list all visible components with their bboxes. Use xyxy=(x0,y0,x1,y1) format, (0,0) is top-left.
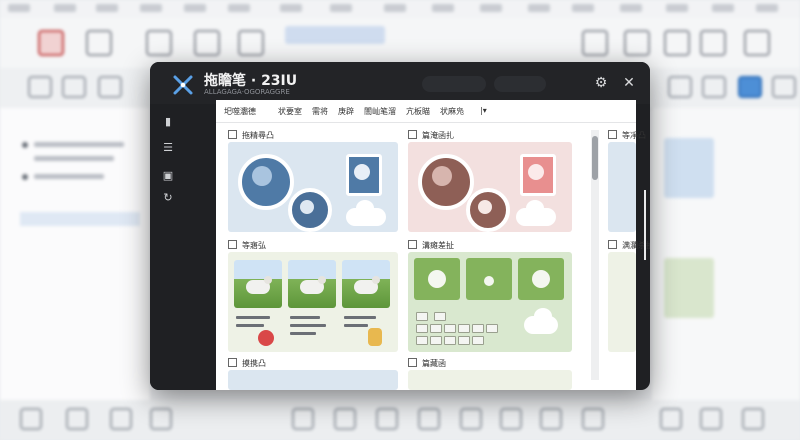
window-title: 拖瞻笔 · 23IU xyxy=(204,73,298,89)
background-bottom-strip xyxy=(0,400,800,440)
background-right-panel xyxy=(652,108,800,408)
checkbox-icon[interactable] xyxy=(228,130,237,139)
menu-item[interactable]: 需将 xyxy=(312,106,328,117)
asset-panel-blue[interactable] xyxy=(228,142,398,232)
close-icon[interactable]: ✕ xyxy=(618,72,640,94)
window-subtitle: ALLAGAGA·OGORAGGRE xyxy=(204,88,290,96)
asset-panel-green[interactable] xyxy=(408,252,572,352)
checkbox-icon[interactable] xyxy=(408,130,417,139)
document-icon[interactable]: ▮ xyxy=(160,114,176,130)
menu-dropdown[interactable]: |▾ xyxy=(480,106,487,115)
side-section-title[interactable]: 等凈凸 xyxy=(608,130,646,141)
menu-item[interactable]: 状麻凫 xyxy=(440,106,464,117)
checkbox-icon[interactable] xyxy=(408,240,417,249)
section-title[interactable]: 摸携凸 xyxy=(228,358,266,369)
scrollbar-thumb[interactable] xyxy=(592,136,598,180)
asset-panel[interactable] xyxy=(408,370,572,390)
checkbox-icon[interactable] xyxy=(608,130,617,139)
section-title[interactable]: 篇淹函扎 xyxy=(408,130,454,141)
checkbox-icon[interactable] xyxy=(228,240,237,249)
menu-bar: 圯噬灞德 状要室 需将 庚辟 闇屾笔溜 亢板瞄 状麻凫 |▾ xyxy=(216,100,636,123)
section-title[interactable]: 溝瘫差扯 xyxy=(408,240,454,251)
menu-item[interactable]: 亢板瞄 xyxy=(406,106,430,117)
checkbox-icon[interactable] xyxy=(608,240,617,249)
icon-tile[interactable] xyxy=(466,258,512,300)
checkbox-icon[interactable] xyxy=(228,358,237,367)
side-panel[interactable] xyxy=(608,252,636,352)
asset-panel-photos[interactable] xyxy=(228,252,398,352)
icon-tile[interactable] xyxy=(518,258,564,300)
section-title[interactable]: 篇藏函 xyxy=(408,358,446,369)
photo-thumbnail[interactable] xyxy=(342,260,390,308)
image-icon[interactable]: ▣ xyxy=(160,168,176,184)
app-logo-icon xyxy=(173,75,193,95)
icon-tile[interactable] xyxy=(414,258,460,300)
document-canvas: 圯噬灞德 状要室 需将 庚辟 闇屾笔溜 亢板瞄 状麻凫 |▾ 拖精尋凸 篇淹函扎 xyxy=(216,100,650,390)
section-title[interactable]: 等寤弘 xyxy=(228,240,266,251)
title-pill[interactable] xyxy=(422,76,486,92)
photo-thumbnail[interactable] xyxy=(288,260,336,308)
gear-icon[interactable]: ⚙ xyxy=(590,72,612,94)
asset-panel-pink[interactable] xyxy=(408,142,572,232)
layers-icon[interactable]: ☰ xyxy=(160,140,176,156)
background-left-panel xyxy=(0,108,150,408)
resize-handle[interactable] xyxy=(644,190,646,260)
menu-item[interactable]: 状要室 xyxy=(278,106,302,117)
photo-thumbnail[interactable] xyxy=(234,260,282,308)
refresh-icon[interactable]: ↻ xyxy=(160,190,176,206)
section-title[interactable]: 拖精尋凸 xyxy=(228,130,274,141)
title-bar[interactable]: 拖瞻笔 · 23IU ALLAGAGA·OGORAGGRE ⚙ ✕ xyxy=(150,62,650,104)
menu-item[interactable]: 闇屾笔溜 xyxy=(364,106,396,117)
menu-item[interactable]: 圯噬灞德 xyxy=(224,106,256,117)
side-panel[interactable] xyxy=(608,142,636,232)
background-menu-row xyxy=(0,0,800,18)
checkbox-icon[interactable] xyxy=(408,358,417,367)
app-window: 拖瞻笔 · 23IU ALLAGAGA·OGORAGGRE ⚙ ✕ ▮ ☰ ▣ … xyxy=(150,62,650,390)
menu-item[interactable]: 庚辟 xyxy=(338,106,354,117)
left-rail: ▮ ☰ ▣ ↻ xyxy=(150,104,186,390)
asset-panel[interactable] xyxy=(228,370,398,390)
title-pill[interactable] xyxy=(494,76,546,92)
